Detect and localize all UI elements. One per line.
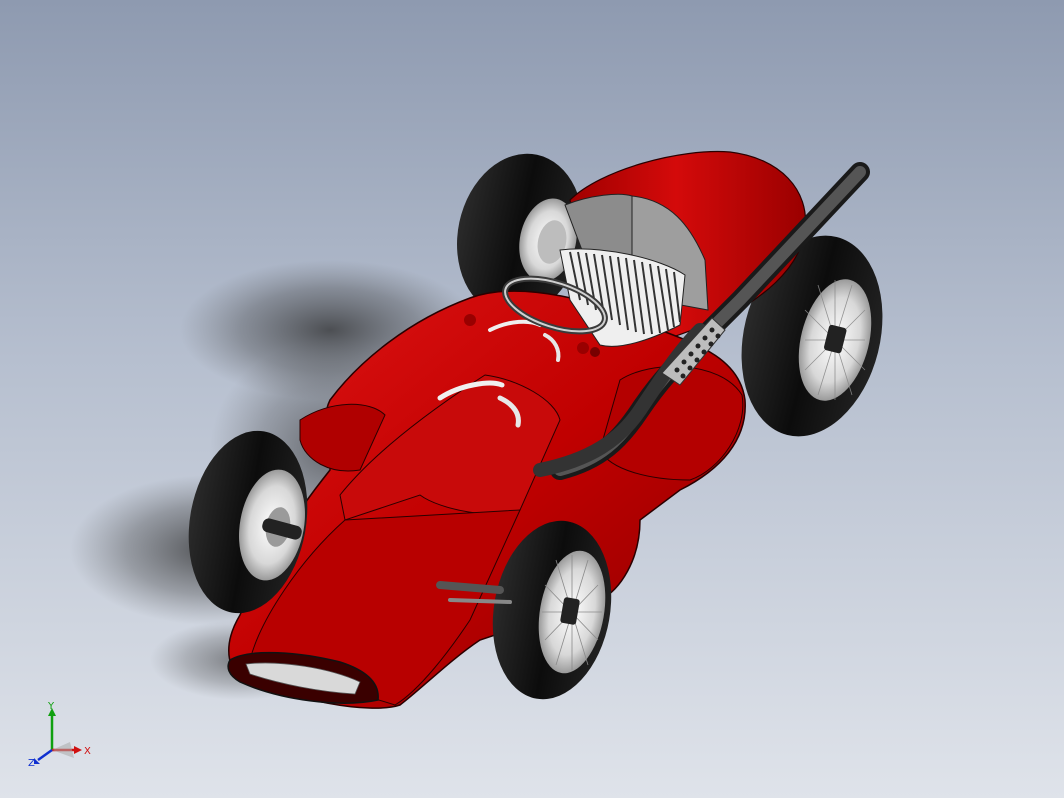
x-axis-label: X [84,746,91,757]
z-axis [37,748,53,762]
x-arrow-icon [74,746,82,754]
graphics-viewport[interactable]: Y X Z [0,0,1064,798]
car-model-render[interactable] [0,0,1064,798]
y-axis-label: Y [47,701,55,712]
z-axis-label: Z [28,758,35,769]
orientation-triad: Y X Z [26,700,96,770]
triad-graphic: Y X Z [28,701,91,769]
